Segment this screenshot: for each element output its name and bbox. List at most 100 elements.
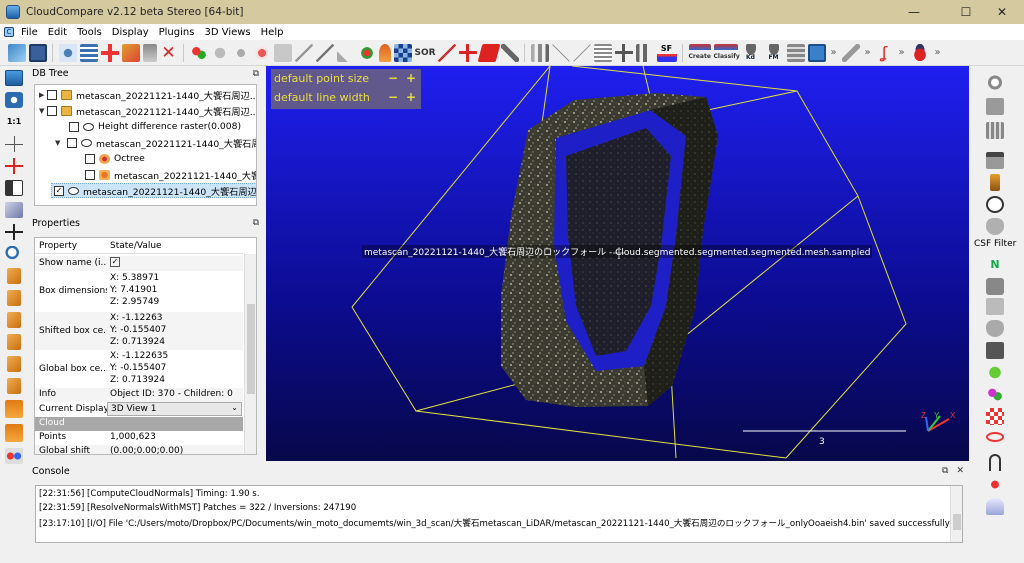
normals-icon[interactable]	[210, 43, 229, 62]
menu-display[interactable]: Display	[107, 27, 154, 38]
line-width-decrease-button[interactable]: −	[388, 90, 398, 104]
sf-arith-icon[interactable]	[635, 43, 654, 62]
csf-filter-label[interactable]: CSF Filter	[974, 239, 1016, 249]
front-view-cube-icon[interactable]	[5, 400, 23, 418]
tree-item[interactable]: ▶ metascan_20221121-1440_大饗石周辺...	[39, 87, 256, 102]
cube-icon[interactable]	[5, 202, 23, 218]
visibility-checkbox[interactable]	[85, 153, 95, 164]
show-name-checkbox[interactable]: ✓	[110, 257, 120, 267]
collapse-arrow-icon[interactable]: ▼	[55, 139, 63, 147]
line-width-increase-button[interactable]: +	[406, 90, 416, 104]
translate-rotate-icon[interactable]	[58, 43, 77, 62]
pan-icon[interactable]	[5, 224, 23, 240]
table-row[interactable]: Global box ce... X: -1.122635 Y: -0.1554…	[35, 350, 243, 388]
shield-icon[interactable]	[986, 320, 1004, 337]
table-row[interactable]: Info Object ID: 370 - Children: 0	[35, 388, 243, 402]
menu-3d-views[interactable]: 3D Views	[199, 27, 255, 38]
view-left-icon[interactable]	[7, 312, 21, 328]
visibility-checkbox[interactable]	[69, 121, 79, 132]
menu-help[interactable]: Help	[256, 27, 289, 38]
tree-item[interactable]: Height difference raster(0.008)	[69, 119, 241, 134]
arch-icon[interactable]	[989, 454, 1001, 471]
cut-icon[interactable]	[437, 43, 456, 62]
float-panel-icon[interactable]: ⧉	[942, 466, 948, 476]
sf-icon[interactable]: SF	[656, 43, 677, 62]
view-iso-icon[interactable]	[7, 378, 21, 394]
tree-item[interactable]: metascan_20221121-1440_大饗...	[85, 167, 256, 182]
car-icon[interactable]	[909, 43, 930, 62]
float-panel-icon[interactable]: ⧉	[253, 69, 259, 79]
overflow-more-icon[interactable]: »	[933, 44, 943, 62]
console-scrollbar[interactable]	[950, 486, 962, 542]
register-icon[interactable]	[315, 43, 334, 62]
view-right-icon[interactable]	[7, 334, 21, 350]
view-front-icon[interactable]	[7, 268, 21, 284]
tool-icon[interactable]	[986, 278, 1004, 295]
no-entry-icon[interactable]	[986, 74, 1004, 91]
save-icon[interactable]	[28, 43, 47, 62]
visibility-checkbox[interactable]	[85, 169, 95, 180]
canupo-create-icon[interactable]: Create	[688, 43, 711, 62]
scissors-icon[interactable]	[500, 43, 519, 62]
move-icon[interactable]	[458, 43, 477, 62]
back-view-cube-icon[interactable]	[5, 424, 23, 442]
sample-points-icon[interactable]	[189, 43, 208, 62]
plugin-icon[interactable]	[986, 408, 1004, 425]
visibility-checkbox-checked[interactable]: ✓	[54, 185, 64, 196]
grid-icon[interactable]	[986, 122, 1004, 139]
minimize-button[interactable]: —	[892, 0, 936, 24]
fast-marching-icon[interactable]: FM	[763, 43, 784, 62]
ellipse-icon[interactable]	[986, 432, 1004, 442]
add-point-icon[interactable]	[100, 43, 119, 62]
profile-icon[interactable]	[551, 43, 570, 62]
expand-arrow-icon[interactable]: ▶	[39, 91, 47, 99]
3d-view[interactable]: Z Y X default point size − + default lin…	[266, 66, 969, 461]
point-size-decrease-button[interactable]: −	[388, 71, 398, 85]
stereo-icon[interactable]	[5, 448, 23, 464]
brush-icon[interactable]	[990, 174, 1000, 191]
segment-icon[interactable]: ʆ	[876, 43, 894, 62]
table-row[interactable]: Box dimensions X: 5.38971 Y: 7.41901 Z: …	[35, 272, 243, 312]
menu-file[interactable]: File	[16, 27, 43, 38]
plugin-icon[interactable]	[986, 386, 1004, 403]
list-icon[interactable]	[79, 43, 98, 62]
current-display-dropdown[interactable]: 3D View 1 ⌄	[107, 402, 242, 416]
checker-icon[interactable]	[393, 43, 412, 62]
overflow-more-icon[interactable]: »	[829, 44, 839, 62]
app-menu-icon[interactable]: C	[4, 27, 14, 37]
one-to-one-icon[interactable]: 1:1	[5, 114, 23, 130]
merge-icon[interactable]	[121, 43, 140, 62]
auto-pivot-icon[interactable]	[5, 158, 23, 174]
octree-icon[interactable]	[231, 43, 250, 62]
close-panel-icon[interactable]: ✕	[956, 466, 964, 476]
tool-icon[interactable]	[986, 298, 1004, 315]
sor-filter-icon[interactable]: SOR	[415, 44, 436, 62]
overflow-more-icon[interactable]: »	[897, 44, 907, 62]
raster-icon[interactable]	[786, 43, 805, 62]
float-panel-icon[interactable]: ⧉	[253, 218, 259, 228]
tree-item[interactable]: ▼ metascan_20221121-1440_大饗石周...	[55, 135, 256, 150]
histogram-icon[interactable]	[530, 43, 549, 62]
clapper-icon[interactable]	[986, 152, 1004, 169]
menu-tools[interactable]: Tools	[72, 27, 107, 38]
tree-item[interactable]: Octree	[85, 151, 145, 166]
menu-edit[interactable]: Edit	[43, 27, 72, 38]
visibility-checkbox[interactable]	[47, 105, 57, 116]
gradient-icon[interactable]	[572, 43, 591, 62]
table-row[interactable]: Current Display 3D View 1 ⌄	[35, 402, 243, 417]
shield-icon[interactable]	[986, 218, 1004, 235]
kd-tree-icon[interactable]: Kd	[740, 43, 761, 62]
display-icon[interactable]	[5, 70, 23, 86]
table-row[interactable]: Global shift (0.00;0.00;0.00)	[35, 445, 243, 454]
cc-label-icon[interactable]	[357, 43, 376, 62]
tree-item-selected[interactable]: ✓ metascan_20221121-1440_大饗石周辺の...	[51, 183, 256, 198]
plugin-icon[interactable]	[986, 476, 1004, 493]
properties-scrollbar[interactable]	[244, 254, 256, 454]
export-icon[interactable]	[807, 43, 826, 62]
view-top-icon[interactable]	[7, 290, 21, 306]
fill-icon[interactable]	[378, 43, 391, 62]
close-button[interactable]: ✕	[980, 0, 1024, 24]
subsample-icon[interactable]	[142, 43, 157, 62]
visibility-checkbox[interactable]	[47, 89, 57, 100]
camera-icon[interactable]	[5, 92, 23, 108]
